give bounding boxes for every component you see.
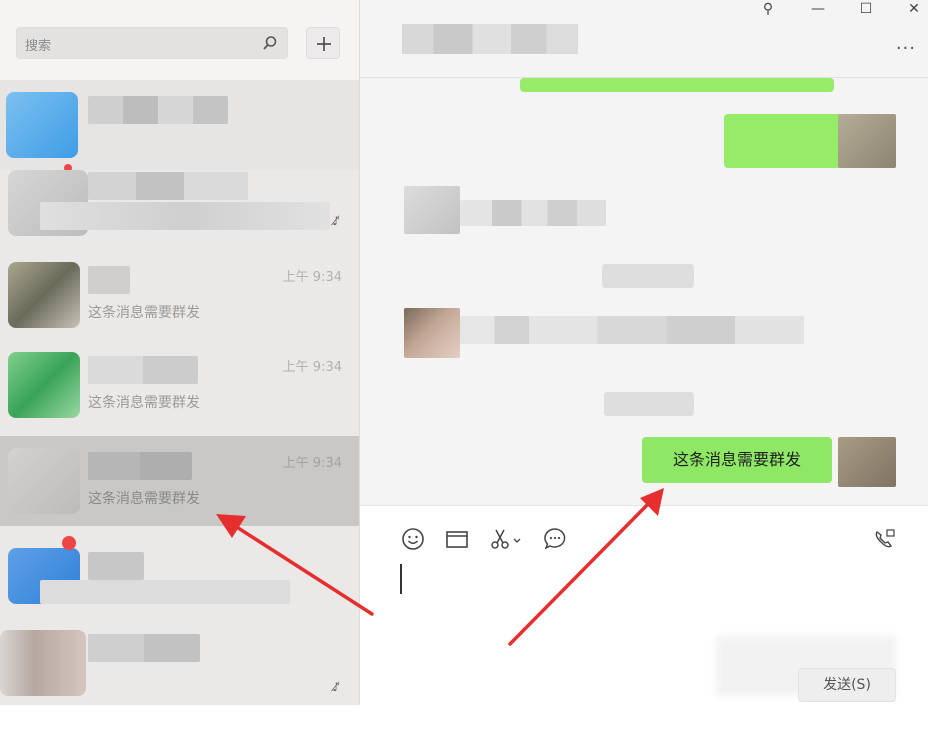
avatar (404, 308, 460, 358)
mute-icon: ♪̸ (332, 680, 340, 694)
conversation-item[interactable]: 上午 9:34 这条消息需要群发 (0, 250, 359, 340)
message-input-area[interactable]: 发送(S) (360, 505, 928, 705)
avatar (8, 262, 80, 328)
search-bar: 搜索 (0, 0, 359, 80)
conversation-item-selected[interactable]: 上午 9:34 这条消息需要群发 (0, 436, 359, 526)
bottom-strip (0, 705, 928, 732)
maximize-icon[interactable]: ☐ (854, 0, 878, 20)
avatar (8, 448, 80, 514)
add-button[interactable] (306, 27, 340, 59)
search-input[interactable]: 搜索 (16, 27, 288, 59)
message-bubble-sent (724, 114, 842, 168)
plus-icon (317, 37, 331, 51)
chat-title (402, 24, 578, 54)
conversation-time: 上午 9:34 (282, 456, 342, 471)
avatar (8, 352, 80, 418)
conversation-item[interactable]: ♪̸ (0, 158, 359, 248)
conversation-item[interactable] (0, 80, 359, 170)
unread-badge (62, 536, 76, 550)
video-call-icon[interactable] (872, 526, 898, 552)
message-preview (40, 580, 290, 604)
avatar (838, 437, 896, 487)
conversation-item[interactable]: ♪̸ (0, 618, 359, 705)
message-bubble-received (460, 316, 804, 344)
contact-name (88, 356, 198, 384)
folder-icon[interactable] (444, 526, 470, 552)
text-caret (400, 564, 402, 594)
message-preview: 这条消息需要群发 (88, 395, 200, 411)
avatar (0, 630, 86, 696)
scissors-icon[interactable] (488, 526, 524, 552)
conversation-item[interactable]: 上午 9:34 这条消息需要群发 (0, 340, 359, 430)
chat-panel: ⚲ — ☐ ✕ ··· 这条消息需要群发 发送(S) (360, 0, 928, 705)
message-preview: 这条消息需要群发 (88, 305, 200, 321)
contact-name (88, 96, 228, 124)
contact-name (88, 634, 200, 662)
minimize-icon[interactable]: — (806, 0, 830, 20)
conversation-item[interactable] (0, 528, 359, 618)
contact-name (88, 552, 144, 580)
chat-bubble-icon[interactable] (542, 526, 568, 552)
message-preview: 这条消息需要群发 (88, 491, 200, 507)
close-icon[interactable]: ✕ (902, 0, 926, 20)
message-bubble-received (460, 200, 606, 226)
avatar (6, 92, 78, 158)
more-icon[interactable]: ··· (896, 38, 916, 59)
mute-icon: ♪̸ (332, 214, 340, 228)
contact-name (88, 452, 192, 480)
message-preview (40, 202, 330, 230)
timestamp (602, 264, 694, 288)
send-button[interactable]: 发送(S) (798, 668, 896, 702)
message-list: 这条消息需要群发 (360, 78, 928, 505)
search-icon[interactable] (262, 35, 278, 51)
emoji-icon[interactable] (400, 526, 426, 552)
timestamp (604, 392, 694, 416)
search-placeholder: 搜索 (25, 39, 52, 54)
message-bubble-sent[interactable]: 这条消息需要群发 (642, 437, 832, 483)
message-bubble-sent (520, 78, 834, 92)
avatar (404, 186, 460, 234)
conversation-sidebar: 搜索 ♪̸ 上午 9:34 这条消息需要群发 上午 9:34 这条消息需要群发 … (0, 0, 360, 705)
contact-name (88, 172, 248, 200)
pin-icon[interactable]: ⚲ (756, 0, 780, 20)
avatar (838, 114, 896, 168)
contact-name (88, 266, 130, 294)
conversation-time: 上午 9:34 (282, 270, 342, 285)
chat-header: ⚲ — ☐ ✕ ··· (360, 0, 928, 78)
conversation-time: 上午 9:34 (282, 360, 342, 375)
